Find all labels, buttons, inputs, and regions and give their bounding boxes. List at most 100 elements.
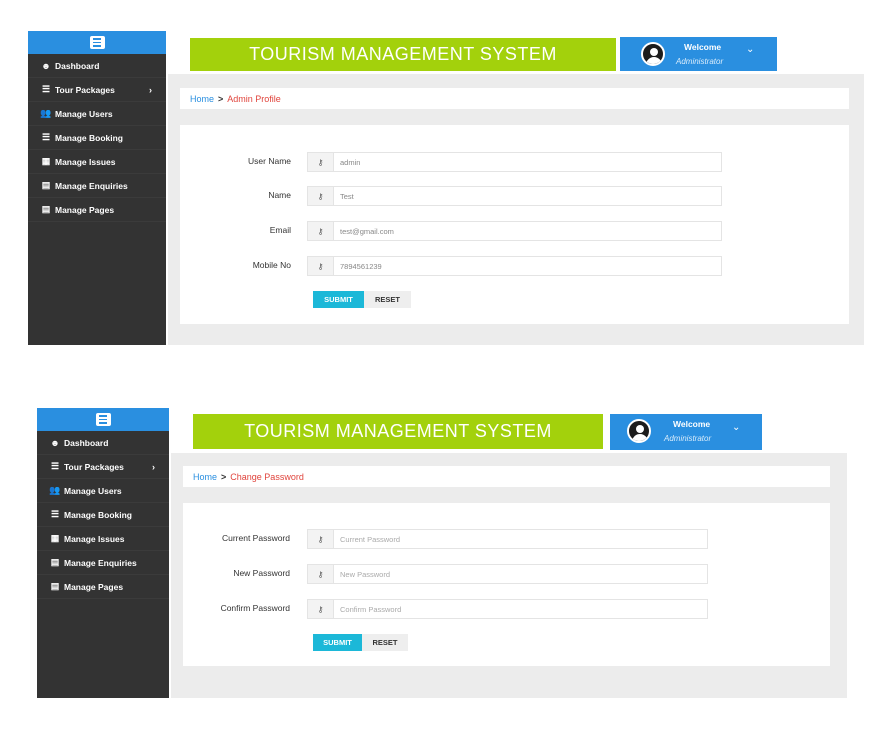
sidebar-item-label: Manage Users [64, 485, 122, 496]
breadcrumb-separator: > [221, 471, 227, 482]
confirm-password-field[interactable]: ⚷ Confirm Password [307, 599, 708, 619]
sidebar-item-label: Dashboard [55, 60, 100, 71]
chevron-down-icon: ⌄ [732, 422, 741, 433]
file-icon: ▤ [50, 557, 60, 567]
sidebar-item-tour-packages[interactable]: ☰ Tour Packages › [28, 78, 166, 102]
file-icon: ▤ [41, 180, 51, 190]
form-row-new-password: New Password ⚷ New Password [183, 564, 830, 584]
sidebar-item-label: Manage Users [55, 108, 113, 119]
admin-profile-screen: ☻ Dashboard ☰ Tour Packages › 👥 Manage Users… [28, 31, 864, 345]
form-row-mobile: Mobile No ⚷ 7894561239 [180, 256, 849, 276]
sidebar-item-manage-booking[interactable]: ☰ Manage Booking [28, 126, 166, 150]
breadcrumb-current: Change Password [230, 471, 304, 482]
sidebar-item-dashboard[interactable]: ☻ Dashboard [28, 54, 166, 78]
sidebar-item-manage-pages[interactable]: ▤ Manage Pages [28, 198, 166, 222]
sidebar: ☻ Dashboard ☰ Tour Packages › 👥 Manage Users… [37, 408, 169, 698]
table-icon: ▦ [50, 533, 60, 543]
field-label: User Name [248, 156, 291, 166]
field-value: test@gmail.com [340, 226, 394, 236]
welcome-label: Welcome [673, 419, 711, 429]
user-role: Administrator [664, 434, 712, 443]
key-icon: ⚷ [308, 600, 334, 618]
sidebar-item-label: Manage Enquiries [64, 557, 137, 568]
breadcrumb-current: Admin Profile [227, 93, 281, 104]
sidebar-item-label: Tour Packages [64, 461, 124, 472]
sidebar-item-manage-issues[interactable]: ▦ Manage Issues [37, 527, 169, 551]
sidebar-item-label: Manage Pages [55, 204, 115, 215]
submit-button[interactable]: SUBMIT [313, 291, 364, 308]
sidebar-item-label: Manage Booking [64, 509, 133, 520]
list-icon: ☰ [41, 132, 51, 142]
field-value: admin [340, 157, 361, 167]
user-menu[interactable]: Welcome Administrator ⌄ [620, 37, 777, 71]
sidebar: ☻ Dashboard ☰ Tour Packages › 👥 Manage Users… [28, 31, 166, 345]
user-menu[interactable]: Welcome Administrator ⌄ [610, 414, 762, 450]
form-row-user-name: User Name ⚷ admin [180, 152, 849, 172]
key-icon: ⚷ [308, 187, 334, 205]
dashboard-icon: ☻ [50, 437, 60, 448]
key-icon: ⚷ [308, 530, 334, 548]
key-icon: ⚷ [308, 153, 334, 171]
sidebar-item-manage-pages[interactable]: ▤ Manage Pages [37, 575, 169, 599]
welcome-label: Welcome [684, 42, 722, 52]
reset-button[interactable]: RESET [362, 634, 408, 651]
users-icon: 👥 [49, 485, 61, 495]
email-field[interactable]: ⚷ test@gmail.com [307, 221, 722, 241]
file-icon: ▤ [41, 204, 51, 214]
change-password-screen: ☻ Dashboard ☰ Tour Packages › 👥 Manage Users… [37, 408, 847, 698]
field-label: Email [269, 225, 291, 235]
sidebar-item-manage-users[interactable]: 👥 Manage Users [28, 102, 166, 126]
sidebar-item-manage-enquiries[interactable]: ▤ Manage Enquiries [37, 551, 169, 575]
sidebar-item-label: Manage Pages [64, 581, 124, 592]
field-placeholder: Current Password [340, 534, 401, 544]
key-icon: ⚷ [308, 257, 334, 275]
sidebar-item-label: Dashboard [64, 437, 109, 448]
change-password-form: Current Password ⚷ Current Password New … [183, 503, 830, 666]
sidebar-item-label: Manage Enquiries [55, 180, 128, 191]
breadcrumb: Home > Admin Profile [180, 88, 849, 109]
list-icon: ☰ [50, 509, 60, 519]
user-avatar-icon [641, 42, 665, 66]
sidebar-item-label: Manage Issues [55, 156, 116, 167]
field-placeholder: Confirm Password [340, 604, 402, 614]
app-title: TOURISM MANAGEMENT SYSTEM [190, 38, 616, 71]
reset-button[interactable]: RESET [364, 291, 411, 308]
breadcrumb: Home > Change Password [183, 466, 830, 487]
field-value: 7894561239 [340, 261, 382, 271]
sidebar-item-tour-packages[interactable]: ☰ Tour Packages › [37, 455, 169, 479]
field-label: Mobile No [252, 260, 291, 270]
field-label: Current Password [221, 533, 290, 543]
app-title: TOURISM MANAGEMENT SYSTEM [193, 414, 603, 449]
sidebar-item-manage-users[interactable]: 👥 Manage Users [37, 479, 169, 503]
chevron-right-icon: › [149, 84, 152, 95]
key-icon: ⚷ [308, 565, 334, 583]
menu-toggle-icon[interactable] [95, 413, 111, 426]
sidebar-item-dashboard[interactable]: ☻ Dashboard [37, 431, 169, 455]
sidebar-item-manage-issues[interactable]: ▦ Manage Issues [28, 150, 166, 174]
breadcrumb-home-link[interactable]: Home [190, 94, 214, 104]
list-icon: ☰ [41, 84, 51, 94]
current-password-field[interactable]: ⚷ Current Password [307, 529, 708, 549]
profile-form: User Name ⚷ admin Name ⚷ Test Email ⚷ te… [180, 125, 849, 324]
chevron-right-icon: › [152, 461, 155, 472]
field-label: Confirm Password [220, 603, 290, 613]
sidebar-item-manage-booking[interactable]: ☰ Manage Booking [37, 503, 169, 527]
new-password-field[interactable]: ⚷ New Password [307, 564, 708, 584]
form-row-current-password: Current Password ⚷ Current Password [183, 529, 830, 549]
sidebar-item-label: Manage Booking [55, 132, 124, 143]
menu-toggle-icon[interactable] [89, 36, 105, 49]
users-icon: 👥 [40, 108, 52, 118]
mobile-field[interactable]: ⚷ 7894561239 [307, 256, 722, 276]
breadcrumb-home-link[interactable]: Home [193, 472, 217, 482]
breadcrumb-separator: > [218, 93, 224, 104]
form-row-name: Name ⚷ Test [180, 186, 849, 206]
sidebar-item-manage-enquiries[interactable]: ▤ Manage Enquiries [28, 174, 166, 198]
chevron-down-icon: ⌄ [746, 44, 755, 55]
form-row-confirm-password: Confirm Password ⚷ Confirm Password [183, 599, 830, 619]
submit-button[interactable]: SUBMIT [313, 634, 362, 651]
sidebar-header [37, 408, 169, 431]
name-field[interactable]: ⚷ Test [307, 186, 722, 206]
field-label: Name [268, 190, 291, 200]
file-icon: ▤ [50, 581, 60, 591]
user-name-field[interactable]: ⚷ admin [307, 152, 722, 172]
